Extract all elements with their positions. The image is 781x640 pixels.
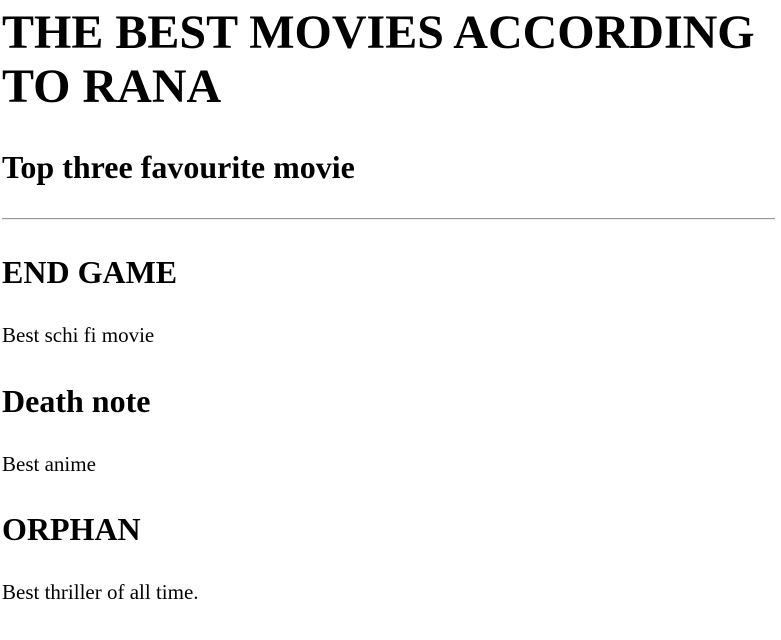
movie-description-death-note: Best anime (2, 452, 96, 476)
page-body: THE BEST MOVIES ACCORDING TO RANA Top th… (0, 0, 781, 640)
movie-title-orphan: ORPHAN (2, 511, 141, 547)
page-subtitle: Top three favourite movie (2, 149, 355, 185)
movie-title-end-game: END GAME (2, 254, 178, 290)
movie-description-end-game: Best schi fi movie (2, 323, 155, 347)
page-title: THE BEST MOVIES ACCORDING TO RANA (2, 6, 755, 113)
movie-description-orphan: Best thriller of all time. (2, 580, 199, 604)
movie-title-death-note: Death note (2, 383, 151, 419)
divider (2, 218, 775, 220)
